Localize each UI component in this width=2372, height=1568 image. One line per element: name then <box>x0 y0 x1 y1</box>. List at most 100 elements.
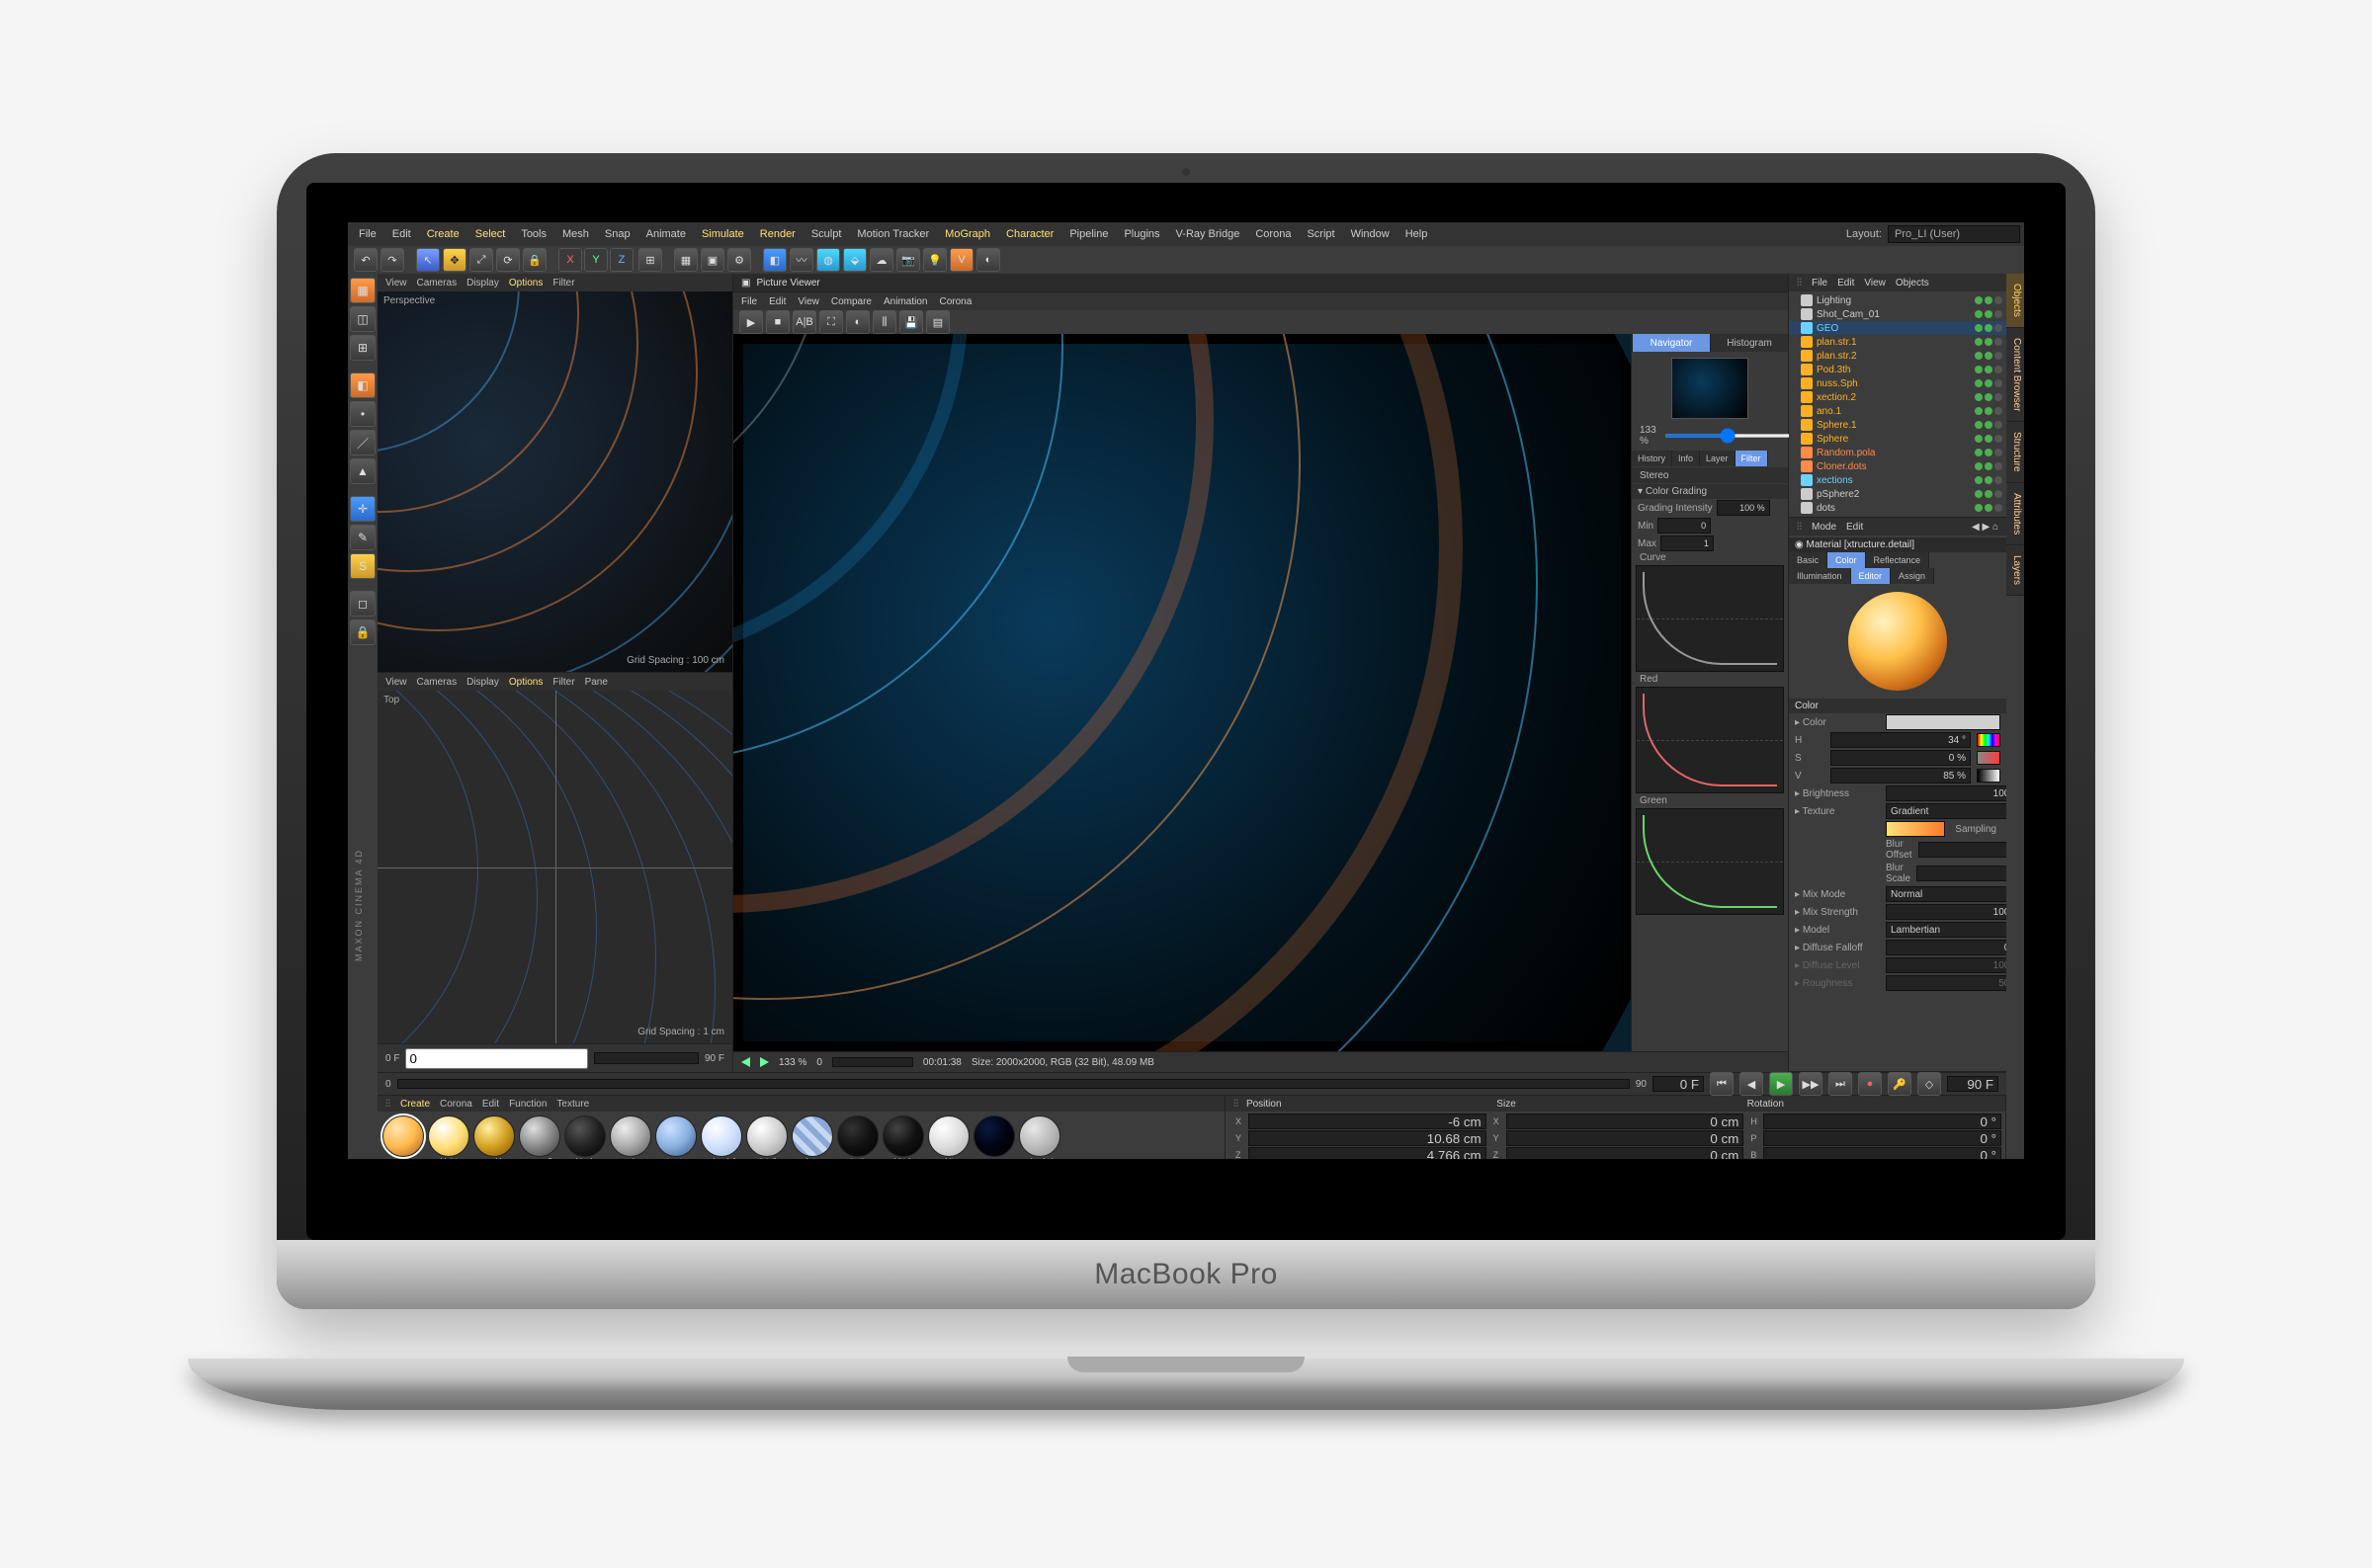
assign-tab[interactable]: Assign <box>1891 568 1934 584</box>
object-item[interactable]: xections <box>1789 473 2006 487</box>
object-tree[interactable]: LightingShot_Cam_01GEOplan.str.1plan.str… <box>1789 291 2006 517</box>
blur-scale-field[interactable] <box>1916 866 2006 881</box>
navigator-thumbnail[interactable] <box>1671 358 1748 419</box>
object-item[interactable]: plan.str.1 <box>1789 335 2006 349</box>
menu-character[interactable]: Character <box>999 222 1060 246</box>
coord-value-field[interactable] <box>1506 1147 1744 1159</box>
navigator-tab[interactable]: Navigator <box>1632 334 1710 352</box>
object-item[interactable]: pSphere2 <box>1789 487 2006 501</box>
material-item[interactable]: black <box>563 1115 607 1159</box>
render-region-button[interactable]: ▣ <box>701 248 724 272</box>
material-item[interactable]: black <box>882 1115 925 1159</box>
min-field[interactable] <box>1657 518 1711 534</box>
hue-slider[interactable] <box>1977 733 2000 747</box>
object-mode-button[interactable]: ◧ <box>350 372 376 398</box>
material-item[interactable]: wire.def <box>700 1115 743 1159</box>
reflectance-tab[interactable]: Reflectance <box>1866 552 1930 568</box>
prev-frame-icon[interactable] <box>741 1057 750 1067</box>
menu-snap[interactable]: Snap <box>598 222 637 246</box>
snap-mode-button[interactable]: S <box>350 553 376 579</box>
material-item[interactable]: plates <box>791 1115 834 1159</box>
spline-button[interactable]: 〰 <box>790 248 813 272</box>
pv-fullscreen-button[interactable]: ⛶ <box>819 310 843 334</box>
goto-end-button[interactable]: ⏭ <box>1828 1072 1852 1096</box>
pv-filter-button[interactable]: ▤ <box>926 310 950 334</box>
generator-button[interactable]: ◍ <box>816 248 840 272</box>
step-back-button[interactable]: ◀ <box>1739 1072 1763 1096</box>
redo-button[interactable]: ↷ <box>381 248 404 272</box>
material-item[interactable]: structur <box>381 1115 425 1159</box>
pv-play-button[interactable]: ▶ <box>739 310 763 334</box>
keyframe-button[interactable]: ◇ <box>1917 1072 1941 1096</box>
pv-save-button[interactable]: 💾 <box>899 310 923 334</box>
object-item[interactable]: xection.2 <box>1789 390 2006 404</box>
edge-mode-button[interactable]: ／ <box>350 430 376 455</box>
environment-button[interactable]: ☁ <box>870 248 893 272</box>
viewport-timeline[interactable]: 0 F 90 F <box>378 1043 732 1072</box>
material-item[interactable]: structur <box>654 1115 698 1159</box>
deformer-button[interactable]: ⬙ <box>843 248 867 272</box>
autokey-button[interactable]: 🔑 <box>1888 1072 1911 1096</box>
object-item[interactable]: plan.str.2 <box>1789 349 2006 363</box>
texture-mode-button[interactable]: ◫ <box>350 306 376 332</box>
side-tab-content-browser[interactable]: Content Browser <box>2006 328 2024 422</box>
vray-button[interactable]: V <box>950 248 974 272</box>
material-item[interactable]: space <box>973 1115 1016 1159</box>
object-item[interactable]: nuss.Sph <box>1789 376 2006 390</box>
coord-value-field[interactable] <box>1763 1130 2001 1146</box>
menu-sculpt[interactable]: Sculpt <box>805 222 849 246</box>
curve-graph[interactable] <box>1636 565 1784 672</box>
coord-system-button[interactable]: ⊞ <box>638 248 662 272</box>
object-item[interactable]: Lighting <box>1789 293 2006 307</box>
basic-tab[interactable]: Basic <box>1789 552 1827 568</box>
pv-channel-button[interactable]: ◐ <box>846 310 870 334</box>
point-mode-button[interactable]: • <box>350 401 376 427</box>
pv-stop-button[interactable]: ■ <box>766 310 790 334</box>
history-tab[interactable]: History <box>1632 451 1672 466</box>
material-item[interactable]: rods <box>609 1115 652 1159</box>
render-view-button[interactable]: ▦ <box>674 248 698 272</box>
menu-create[interactable]: Create <box>420 222 466 246</box>
sat-field[interactable] <box>1830 750 1971 766</box>
brightness-field[interactable] <box>1886 785 2006 801</box>
coord-value-field[interactable] <box>1248 1114 1486 1129</box>
object-item[interactable]: ano.1 <box>1789 404 2006 418</box>
color-tab[interactable]: Color <box>1827 552 1866 568</box>
play-icon[interactable] <box>760 1057 769 1067</box>
menu-pipeline[interactable]: Pipeline <box>1062 222 1115 246</box>
filter-tab[interactable]: Filter <box>1736 451 1768 466</box>
layer-tab[interactable]: Layer <box>1700 451 1736 466</box>
mixstr-field[interactable] <box>1886 904 2006 920</box>
menu-window[interactable]: Window <box>1344 222 1397 246</box>
menu-motion-tracker[interactable]: Motion Tracker <box>850 222 936 246</box>
coord-value-field[interactable] <box>1248 1130 1486 1146</box>
tweak-mode-button[interactable]: ✎ <box>350 525 376 550</box>
histogram-tab[interactable]: Histogram <box>1710 334 1788 352</box>
object-item[interactable]: Shot_Cam_01 <box>1789 307 2006 321</box>
object-item[interactable]: Sphere <box>1789 432 2006 446</box>
menu-plugins[interactable]: Plugins <box>1117 222 1166 246</box>
menu-render[interactable]: Render <box>753 222 803 246</box>
object-item[interactable]: Pod.3th <box>1789 363 2006 376</box>
pv-ab-button[interactable]: A|B <box>793 310 816 334</box>
grading-intensity-field[interactable] <box>1717 500 1770 516</box>
timeline-start-field[interactable] <box>405 1048 588 1069</box>
menu-script[interactable]: Script <box>1300 222 1341 246</box>
menu-simulate[interactable]: Simulate <box>695 222 751 246</box>
coord-value-field[interactable] <box>1506 1114 1744 1129</box>
sat-slider[interactable] <box>1977 751 2000 765</box>
viewport-lock-button[interactable]: 🔒 <box>350 619 376 645</box>
render-settings-button[interactable]: ⚙ <box>727 248 751 272</box>
record-button[interactable]: ● <box>1858 1072 1882 1096</box>
cube-button[interactable]: ◧ <box>763 248 787 272</box>
material-item[interactable]: white <box>927 1115 971 1159</box>
menu-edit[interactable]: Edit <box>385 222 418 246</box>
zoom-slider[interactable] <box>1664 434 1792 438</box>
corona-button[interactable]: ◐ <box>976 248 1000 272</box>
light-button[interactable]: 💡 <box>923 248 947 272</box>
object-item[interactable]: GEO <box>1789 321 2006 335</box>
move-tool-button[interactable]: ✥ <box>443 248 466 272</box>
gradient-preview[interactable] <box>1886 821 1945 837</box>
xyz-toggle[interactable]: XYZ <box>558 248 635 272</box>
val-slider[interactable] <box>1977 769 2000 783</box>
